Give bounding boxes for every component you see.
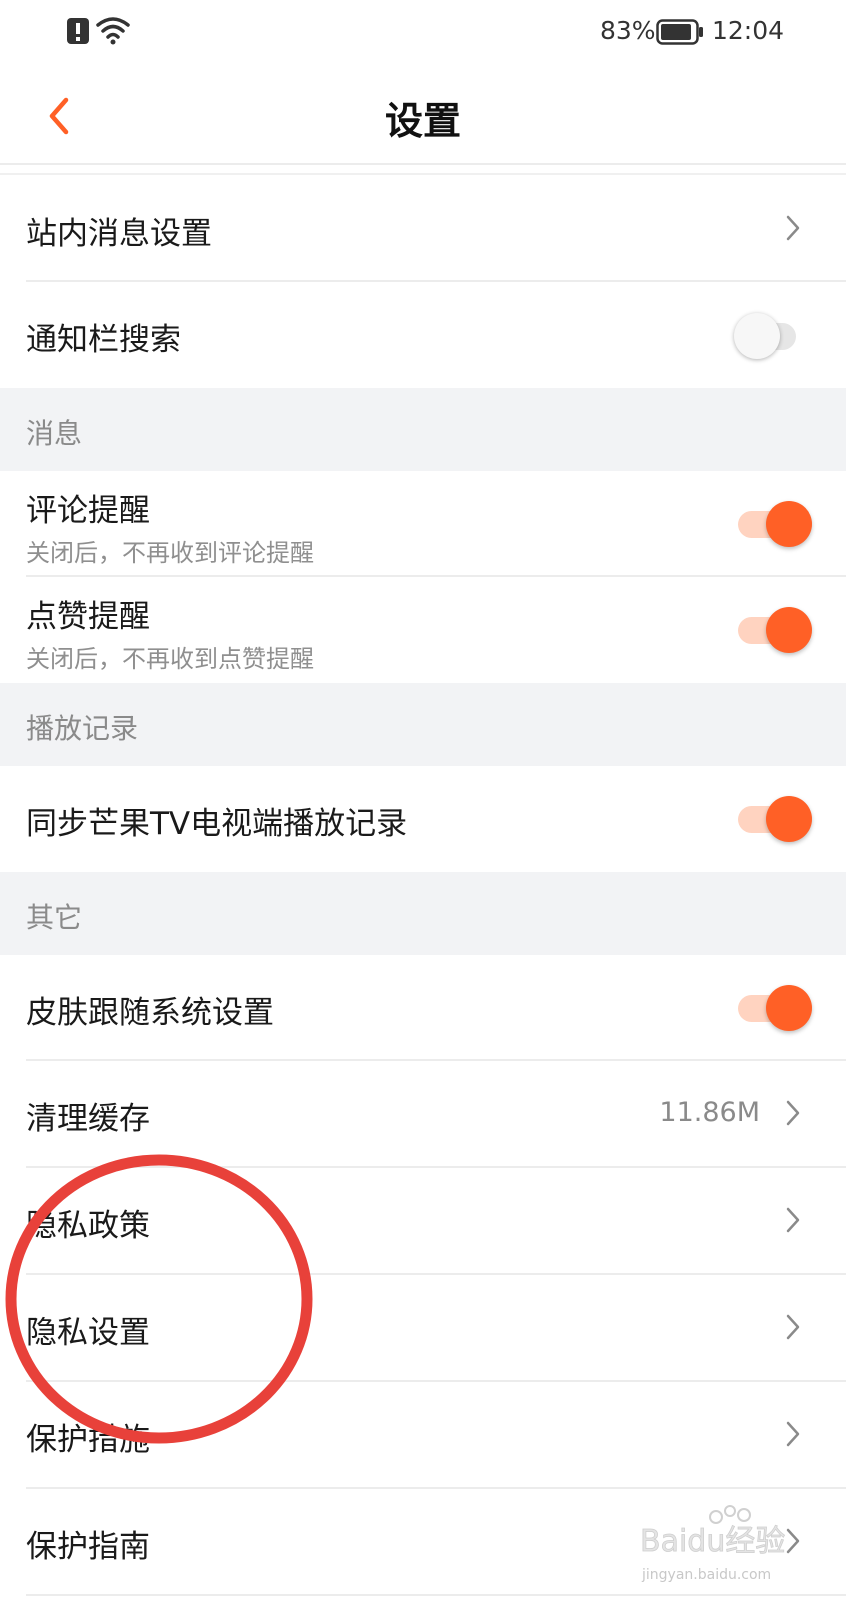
divider xyxy=(26,1594,846,1596)
chevron-right-icon xyxy=(786,1528,800,1554)
divider xyxy=(0,173,846,175)
row-subtitle: 关闭后，不再收到点赞提醒 xyxy=(26,645,314,673)
section-header-other: 其它 xyxy=(0,872,846,955)
row-title: 通知栏搜索 xyxy=(26,322,181,358)
settings-row-comment-reminder: 评论提醒 关闭后，不再收到评论提醒 xyxy=(0,471,846,577)
row-title: 隐私政策 xyxy=(26,1208,150,1244)
alert-icon xyxy=(67,18,89,44)
section-title: 其它 xyxy=(26,901,83,934)
row-title: 点赞提醒 xyxy=(26,599,150,635)
settings-row-skin-follow-system: 皮肤跟随系统设置 xyxy=(0,955,846,1061)
section-header-messages: 消息 xyxy=(0,388,846,471)
notification-search-toggle[interactable] xyxy=(734,310,814,362)
settings-row-protection-measures[interactable]: 保护措施 xyxy=(0,1382,846,1489)
page-title: 设置 xyxy=(384,99,461,143)
chevron-right-icon xyxy=(786,1207,800,1233)
row-title: 评论提醒 xyxy=(26,493,150,529)
chevron-right-icon xyxy=(786,215,800,241)
settings-row-privacy-settings[interactable]: 隐私设置 xyxy=(0,1275,846,1382)
skin-follow-system-toggle[interactable] xyxy=(736,982,814,1034)
like-reminder-toggle[interactable] xyxy=(736,604,814,656)
settings-row-protection-guide[interactable]: 保护指南 xyxy=(0,1489,846,1596)
nav-bar: 设置 xyxy=(0,64,846,164)
battery-icon xyxy=(656,19,703,45)
row-title: 站内消息设置 xyxy=(26,216,212,252)
divider xyxy=(0,163,846,165)
settings-row-sync-tv-history: 同步芒果TV电视端播放记录 xyxy=(0,766,846,872)
clock: 12:04 xyxy=(712,16,785,45)
chevron-right-icon xyxy=(786,1314,800,1340)
chevron-right-icon xyxy=(786,1421,800,1447)
cache-size-value: 11.86M xyxy=(659,1097,760,1128)
row-title: 保护措施 xyxy=(26,1422,150,1458)
row-title: 清理缓存 xyxy=(26,1101,150,1137)
settings-row-like-reminder: 点赞提醒 关闭后，不再收到点赞提醒 xyxy=(0,577,846,683)
settings-row-privacy-policy[interactable]: 隐私政策 xyxy=(0,1168,846,1275)
row-title: 同步芒果TV电视端播放记录 xyxy=(26,806,408,842)
settings-row-notification-search: 通知栏搜索 xyxy=(0,282,846,388)
chevron-right-icon xyxy=(786,1100,800,1126)
sync-tv-history-toggle[interactable] xyxy=(736,793,814,845)
row-subtitle: 关闭后，不再收到评论提醒 xyxy=(26,539,314,567)
row-title: 皮肤跟随系统设置 xyxy=(26,995,274,1031)
comment-reminder-toggle[interactable] xyxy=(736,498,814,550)
section-title: 消息 xyxy=(26,417,83,450)
section-header-play-history: 播放记录 xyxy=(0,683,846,766)
settings-row-site-messages[interactable]: 站内消息设置 xyxy=(0,176,846,282)
battery-percentage: 83% xyxy=(600,16,656,45)
row-title: 隐私设置 xyxy=(26,1315,150,1351)
row-title: 保护指南 xyxy=(26,1529,150,1565)
wifi-icon xyxy=(96,17,130,45)
status-bar: 83% 12:04 xyxy=(0,0,846,64)
section-title: 播放记录 xyxy=(26,712,139,745)
settings-row-clear-cache[interactable]: 清理缓存 11.86M xyxy=(0,1061,846,1168)
